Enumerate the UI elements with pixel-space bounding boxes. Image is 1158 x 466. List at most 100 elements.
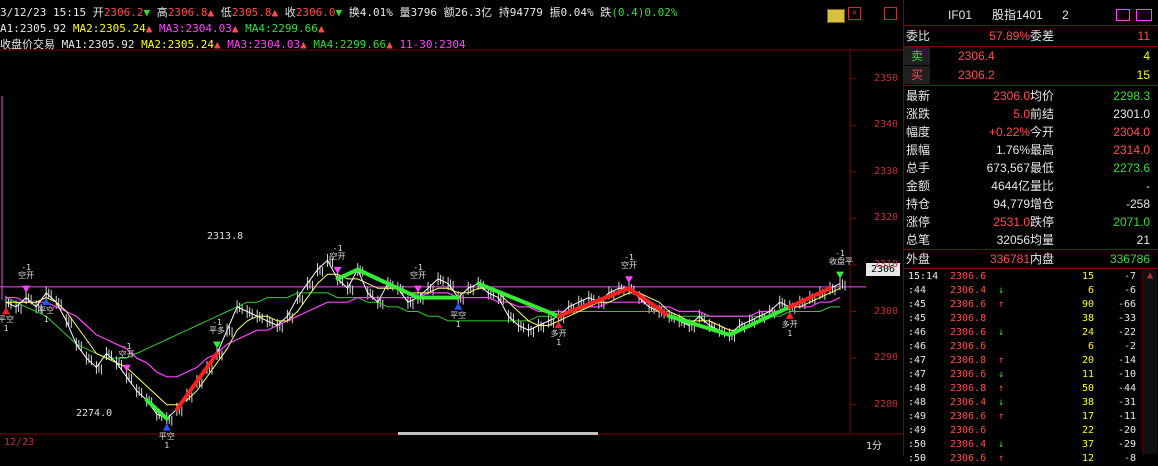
tick-direction-icon: ↓	[998, 369, 1005, 380]
tick-direction-icon: ↑	[998, 355, 1005, 366]
tick-row[interactable]: :46 2306.6 6 -2	[904, 340, 1156, 354]
ma1-value: MA1:2305.92	[61, 38, 135, 51]
tick-price: 2306.4	[950, 397, 987, 408]
header-open-label: 开	[92, 6, 104, 19]
tick-row[interactable]: :50 2306.6 ↑ 12 -8	[904, 452, 1156, 466]
tick-row[interactable]: :49 2306.6 ↑ 17 -11	[904, 410, 1156, 424]
buy-price: 2306.2	[958, 68, 995, 82]
stat-label: 跌停	[1030, 215, 1055, 229]
tick-row[interactable]: :45 2306.8 38 -33	[904, 312, 1156, 326]
tick-volume: 17	[1081, 411, 1094, 422]
ma3-value: MA3:2304.03	[158, 22, 232, 35]
symbol-code: IF01	[948, 8, 973, 22]
signal-lots: 1	[556, 338, 562, 348]
header-turnover-label: 换	[348, 6, 360, 19]
tick-row[interactable]: :44 2306.4 ↓ 6 -6	[904, 284, 1156, 298]
ma1-line	[5, 259, 841, 420]
sell-qty: 4	[1143, 49, 1150, 63]
tick-time: :47	[908, 355, 927, 366]
tick-oi-change: -11	[1117, 411, 1136, 422]
stat-value: 2071.0	[1113, 215, 1150, 229]
down-arrow-icon: ▼	[143, 6, 151, 19]
signal-label: 平空	[158, 431, 175, 441]
tick-volume: 20	[1081, 355, 1094, 366]
signal-label: 平空	[450, 310, 467, 320]
stat-row: 涨跌 5.0 前结 2301.0	[904, 105, 1156, 123]
stat-label: 最新	[906, 89, 931, 103]
gold-bar-icon[interactable]	[827, 9, 845, 23]
up-arrow-icon: ▲	[207, 6, 215, 19]
signal-down-arrow	[624, 276, 633, 284]
tick-row[interactable]: :46 2306.6 ↓ 24 -22	[904, 326, 1156, 340]
y-tick-label: 2350	[874, 72, 899, 84]
header-high-label: 高	[156, 6, 168, 19]
tick-volume: 15	[1081, 271, 1094, 282]
period-label[interactable]: 1分	[866, 437, 882, 452]
stat-label: 总笔	[906, 233, 931, 247]
header-volume-label: 量	[399, 6, 411, 19]
weicha-value: 11	[1137, 29, 1150, 43]
scroll-up-icon[interactable]: ▲	[1143, 270, 1157, 281]
y-tick-label: 2320	[874, 212, 899, 224]
tick-time: :46	[908, 327, 927, 338]
signal-label: -1 空开	[409, 262, 426, 280]
tick-direction-icon: ↓	[998, 285, 1005, 296]
header-amount-value: 26.3亿	[454, 6, 493, 19]
price-chart[interactable]: 3/12/23 15:15 开2306.2▼ 高2306.8▲ 低2305.8▲…	[0, 0, 903, 456]
trade-segment	[174, 351, 220, 412]
signal-up-arrow	[2, 307, 10, 315]
sell-price: 2306.4	[958, 49, 995, 63]
ma4-value: MA4:2299.66	[313, 38, 387, 51]
stat-label: 振幅	[906, 143, 931, 157]
signal-lots: 1	[787, 328, 793, 338]
tick-oi-change: -8	[1123, 453, 1136, 464]
header-oi-value: 94779	[509, 6, 543, 19]
up-arrow-icon: ▲	[231, 22, 239, 35]
tick-row[interactable]: :49 2306.6 22 -20	[904, 424, 1156, 438]
header-datetime: 3/12/23 15:15	[0, 6, 87, 19]
stat-label: 前结	[1030, 107, 1055, 121]
signal-down-arrow	[836, 271, 844, 279]
tick-row[interactable]: :48 2306.4 ↓ 38 -31	[904, 396, 1156, 410]
tick-direction-icon: ↑	[998, 411, 1005, 422]
tick-row[interactable]: :48 2306.8 ↑ 50 -44	[904, 382, 1156, 396]
tick-oi-change: -44	[1117, 383, 1136, 394]
stat-label: 幅度	[906, 125, 931, 139]
stat-value: -	[1146, 179, 1150, 193]
high-price-marker: 2313.8	[207, 231, 244, 242]
lock-icon[interactable]	[1116, 9, 1130, 21]
tick-oi-change: -14	[1117, 355, 1136, 366]
ma-legend-2: 收盘价交易 MA1:2305.92 MA2:2305.24▲ MA3:2304.…	[0, 38, 466, 52]
tick-direction-icon: ↑	[998, 383, 1005, 394]
tick-row[interactable]: :45 2306.6 ↑ 90 -66	[904, 298, 1156, 312]
tick-oi-change: -6	[1123, 285, 1136, 296]
buy-qty: 15	[1136, 68, 1150, 82]
tick-volume: 38	[1081, 313, 1094, 324]
tick-volume: 22	[1081, 425, 1094, 436]
stat-label: 均价	[1030, 89, 1055, 103]
stat-label: 今开	[1030, 125, 1055, 139]
window-restore-icon[interactable]	[884, 7, 897, 20]
stat-value: 2306.0	[993, 89, 1030, 103]
ma1-value: A1:2305.92	[0, 22, 67, 35]
tick-row[interactable]: :50 2306.4 ↓ 37 -29	[904, 438, 1156, 452]
tick-row[interactable]: :47 2306.8 ↑ 20 -14	[904, 354, 1156, 368]
tick-volume: 6	[1087, 285, 1094, 296]
tick-oi-change: -31	[1117, 397, 1136, 408]
stat-value: 94,779	[993, 197, 1030, 211]
signal-label: -1 平多	[209, 318, 225, 336]
tick-row[interactable]: :47 2306.6 ↓ 11 -10	[904, 368, 1156, 382]
sell-label: 卖	[904, 47, 930, 65]
signal-up-arrow	[454, 302, 463, 310]
tick-time: :47	[908, 369, 927, 380]
tick-volume: 12	[1081, 453, 1094, 464]
stat-label: 最低	[1030, 161, 1055, 175]
shoe-icon[interactable]	[1136, 9, 1152, 21]
tick-row[interactable]: 15:14 2306.6 15 -7	[904, 270, 1156, 284]
horizontal-scrollbar[interactable]	[398, 432, 598, 435]
chart-canvas[interactable]	[0, 0, 903, 456]
signal-label: -1 空开	[118, 341, 135, 359]
close-icon[interactable]: ×	[848, 7, 861, 20]
tick-list-scrollbar[interactable]: ▲	[1142, 270, 1157, 454]
indicator-title: 收盘价交易	[0, 38, 55, 51]
